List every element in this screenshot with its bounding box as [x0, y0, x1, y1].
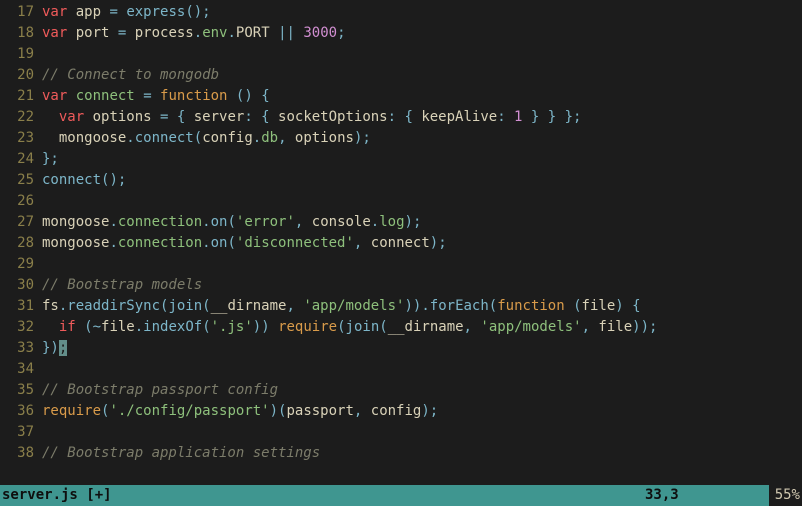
code-content[interactable] — [38, 254, 42, 275]
code-content[interactable]: if (~file.indexOf('.js')) require(join(_… — [38, 317, 657, 338]
line-number: 38 — [0, 443, 38, 464]
code-content[interactable]: mongoose.connection.on('disconnected', c… — [38, 233, 447, 254]
code-content[interactable]: }); — [38, 338, 67, 359]
code-content[interactable]: var connect = function () { — [38, 86, 270, 107]
code-content[interactable]: require('./config/passport')(passport, c… — [38, 401, 438, 422]
code-line[interactable]: 19 — [0, 44, 802, 65]
code-line[interactable]: 32 if (~file.indexOf('.js')) require(joi… — [0, 317, 802, 338]
code-content[interactable] — [38, 359, 42, 380]
code-line[interactable]: 25connect(); — [0, 170, 802, 191]
line-number: 27 — [0, 212, 38, 233]
code-line[interactable]: 23 mongoose.connect(config.db, options); — [0, 128, 802, 149]
code-content[interactable]: // Bootstrap application settings — [38, 443, 320, 464]
code-line[interactable]: 29 — [0, 254, 802, 275]
line-number: 34 — [0, 359, 38, 380]
code-line[interactable]: 37 — [0, 422, 802, 443]
line-number: 29 — [0, 254, 38, 275]
code-line[interactable]: 28mongoose.connection.on('disconnected',… — [0, 233, 802, 254]
line-number: 33 — [0, 338, 38, 359]
code-line[interactable]: 31fs.readdirSync(join(__dirname, 'app/mo… — [0, 296, 802, 317]
code-line[interactable]: 34 — [0, 359, 802, 380]
code-content[interactable]: // Bootstrap passport config — [38, 380, 278, 401]
code-line[interactable]: 38// Bootstrap application settings — [0, 443, 802, 464]
line-number: 32 — [0, 317, 38, 338]
line-number: 26 — [0, 191, 38, 212]
line-number: 31 — [0, 296, 38, 317]
code-content[interactable] — [38, 191, 42, 212]
code-line[interactable]: 20// Connect to mongodb — [0, 65, 802, 86]
code-line[interactable]: 21var connect = function () { — [0, 86, 802, 107]
code-content[interactable]: var app = express(); — [38, 2, 211, 23]
line-number: 24 — [0, 149, 38, 170]
code-content[interactable]: // Connect to mongodb — [38, 65, 219, 86]
line-number: 25 — [0, 170, 38, 191]
status-filename: server.js [+] — [0, 485, 112, 506]
code-content[interactable]: mongoose.connection.on('error', console.… — [38, 212, 421, 233]
status-scroll-percent: 55% — [769, 485, 802, 506]
code-editor[interactable]: 17var app = express();18var port = proce… — [0, 0, 802, 506]
status-bar: server.js [+] 33,3 55% — [0, 485, 802, 506]
code-line[interactable]: 18var port = process.env.PORT || 3000; — [0, 23, 802, 44]
code-content[interactable]: // Bootstrap models — [38, 275, 202, 296]
status-cursor-position: 33,3 — [645, 485, 769, 506]
line-number: 18 — [0, 23, 38, 44]
code-line[interactable]: 24}; — [0, 149, 802, 170]
code-line[interactable]: 27mongoose.connection.on('error', consol… — [0, 212, 802, 233]
line-number: 20 — [0, 65, 38, 86]
line-number: 21 — [0, 86, 38, 107]
code-content[interactable]: var port = process.env.PORT || 3000; — [38, 23, 346, 44]
text-cursor: ; — [59, 340, 67, 356]
line-number: 30 — [0, 275, 38, 296]
code-content[interactable] — [38, 44, 42, 65]
code-content[interactable]: connect(); — [38, 170, 126, 191]
code-line[interactable]: 35// Bootstrap passport config — [0, 380, 802, 401]
line-number: 19 — [0, 44, 38, 65]
code-line[interactable]: 22 var options = { server: { socketOptio… — [0, 107, 802, 128]
code-content[interactable]: }; — [38, 149, 59, 170]
code-line[interactable]: 17var app = express(); — [0, 2, 802, 23]
line-number: 17 — [0, 2, 38, 23]
code-line[interactable]: 33}); — [0, 338, 802, 359]
code-line[interactable]: 36require('./config/passport')(passport,… — [0, 401, 802, 422]
line-number: 28 — [0, 233, 38, 254]
code-content[interactable]: fs.readdirSync(join(__dirname, 'app/mode… — [38, 296, 641, 317]
line-number: 35 — [0, 380, 38, 401]
code-line[interactable]: 26 — [0, 191, 802, 212]
code-content[interactable]: mongoose.connect(config.db, options); — [38, 128, 371, 149]
line-number: 23 — [0, 128, 38, 149]
line-number: 36 — [0, 401, 38, 422]
code-content[interactable]: var options = { server: { socketOptions:… — [38, 107, 582, 128]
code-content[interactable] — [38, 422, 42, 443]
code-line[interactable]: 30// Bootstrap models — [0, 275, 802, 296]
line-number: 37 — [0, 422, 38, 443]
line-number: 22 — [0, 107, 38, 128]
